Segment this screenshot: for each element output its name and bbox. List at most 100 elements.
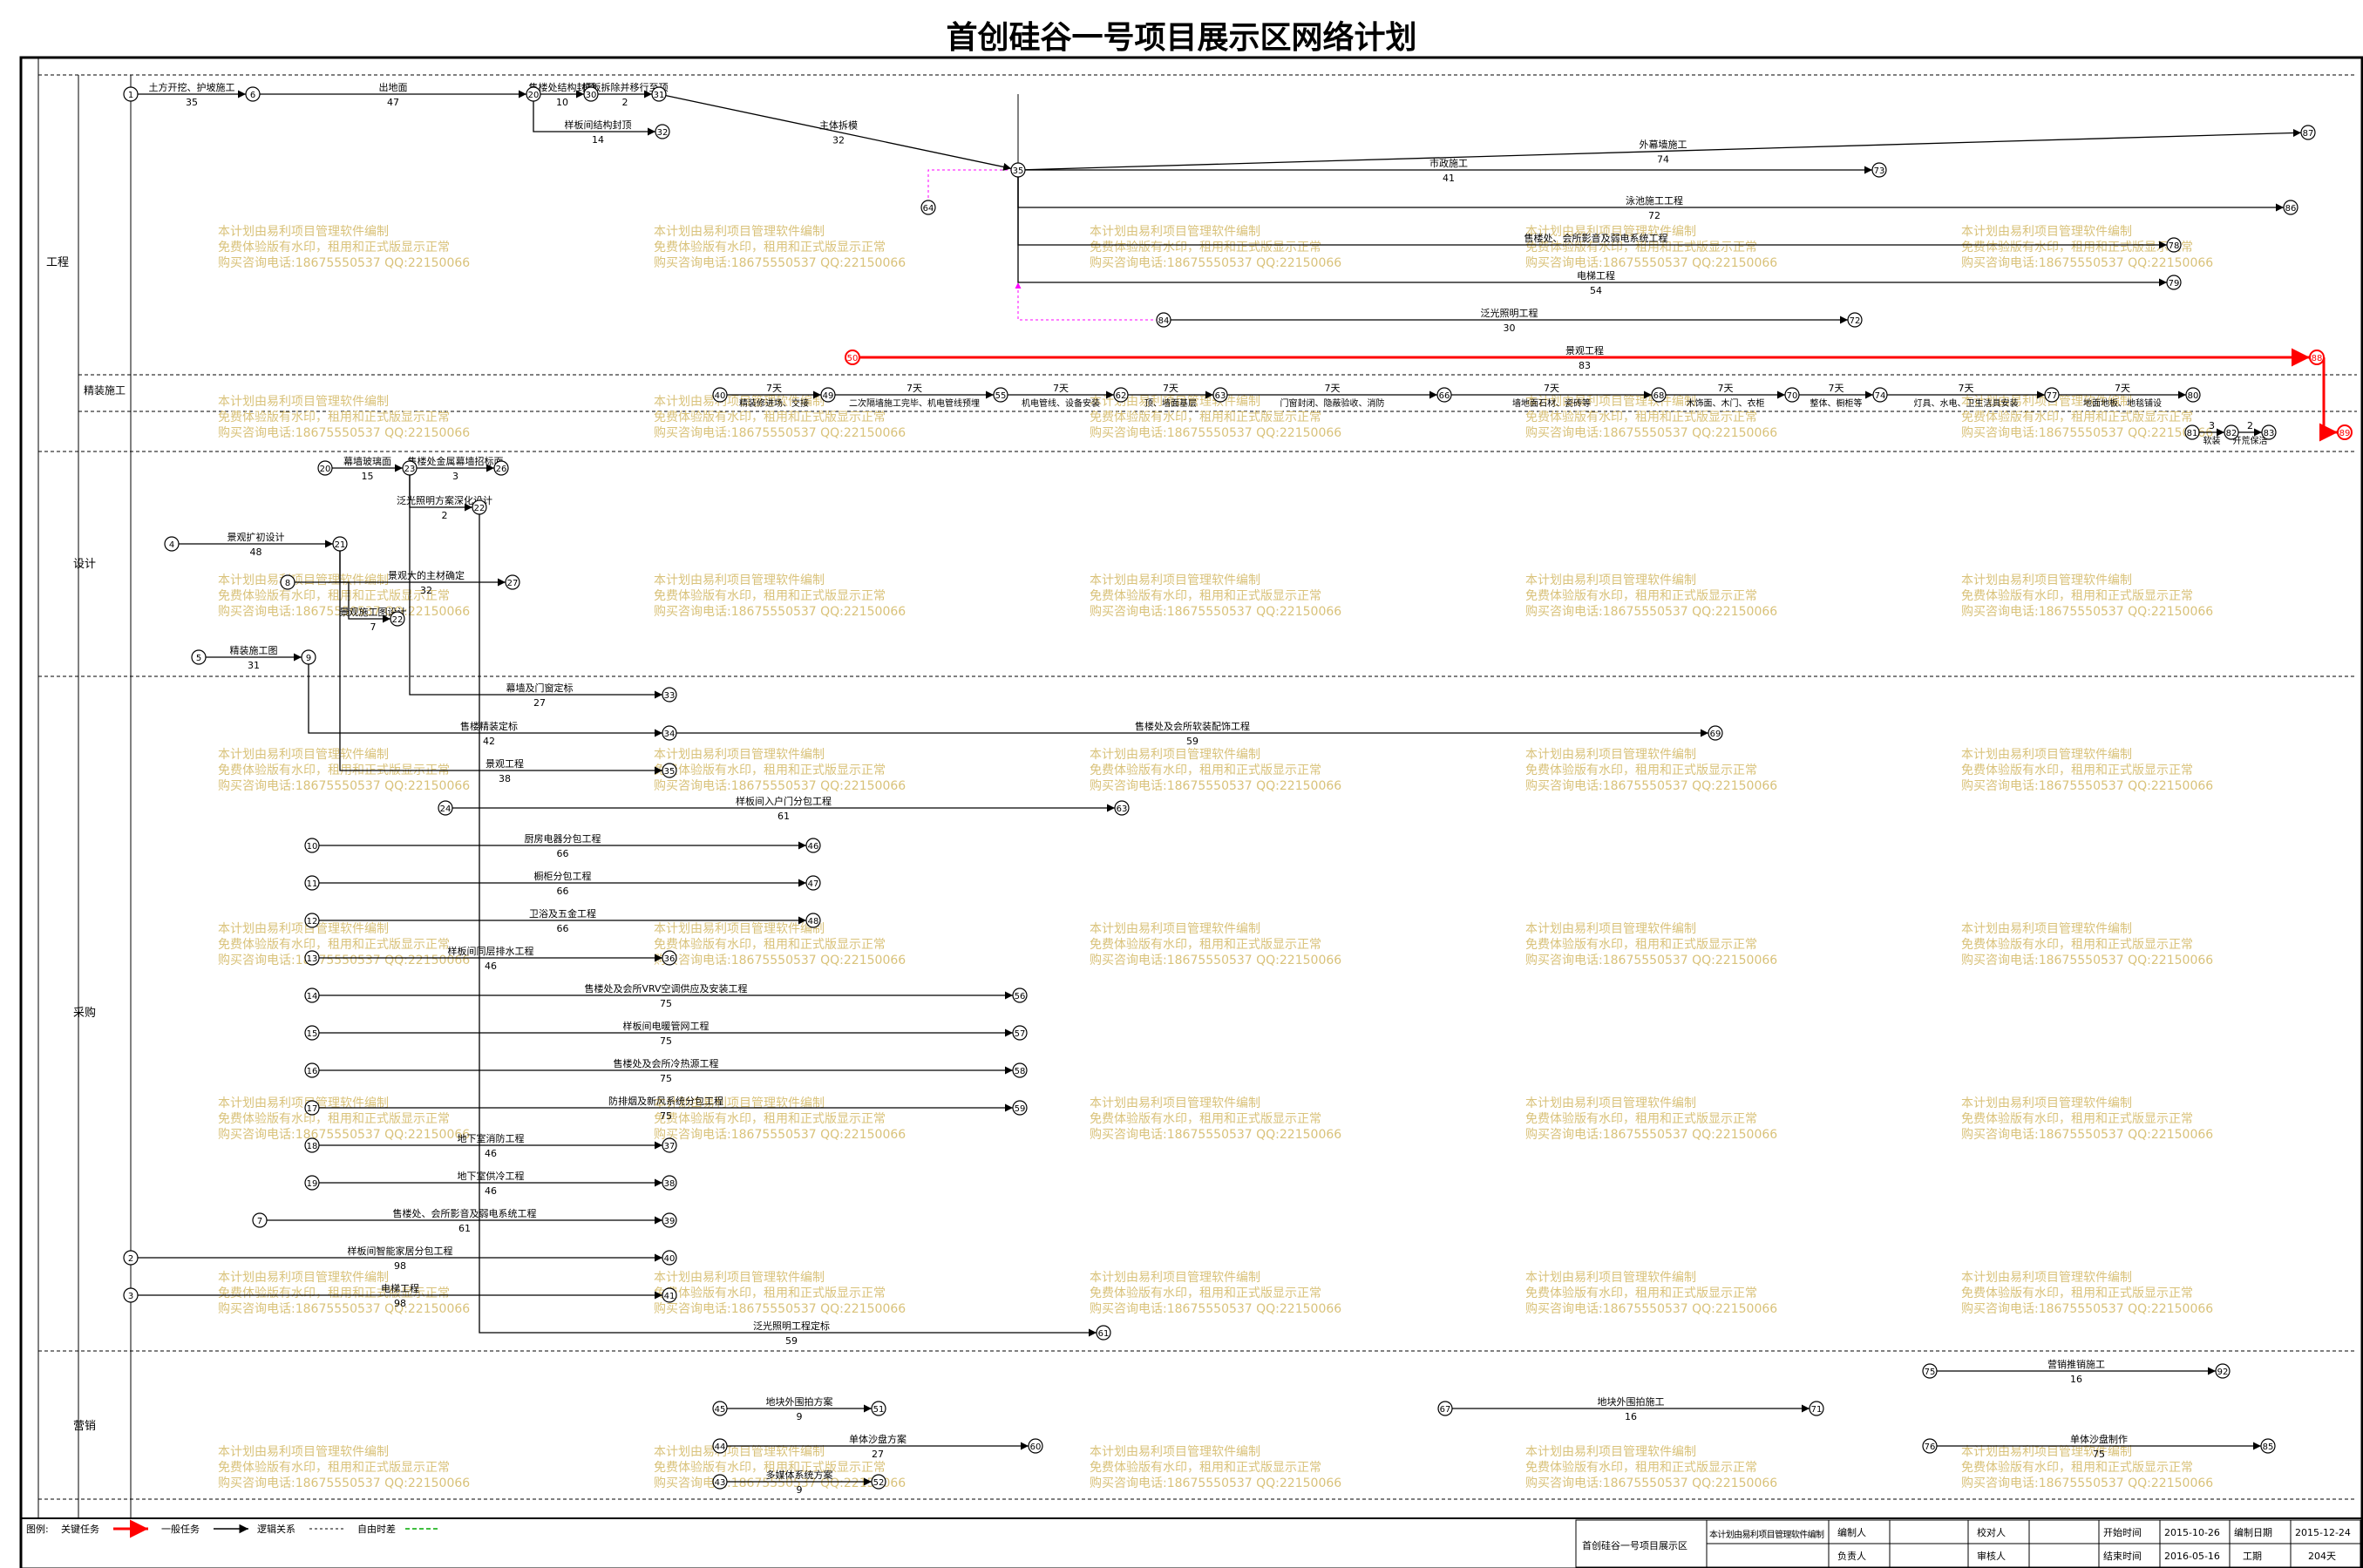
event-node-number: 31 <box>654 91 665 100</box>
watermark-text: 购买咨询电话:18675550537 QQ:22150066 <box>1090 256 1341 270</box>
task-duration-label: 16 <box>2070 1374 2082 1385</box>
task-duration-label: 7 <box>370 621 377 633</box>
event-node-number: 60 <box>1030 1442 1042 1452</box>
event-node-number: 79 <box>2169 279 2180 288</box>
event-node-number: 27 <box>507 579 519 588</box>
event-node-number: 84 <box>1158 316 1170 326</box>
task-name-label: 样板间同层排水工程 <box>448 945 534 957</box>
task-name-label: 样板间电暖管网工程 <box>623 1020 710 1032</box>
task-duration-label: 47 <box>387 97 399 108</box>
watermark-text: 免费体验版有水印，租用和正式版显示正常 <box>654 1112 886 1126</box>
finishing-task-name: 墙地面石材、瓷砖等 <box>1512 397 1591 409</box>
task-name-label: 防排烟及新风系统分包工程 <box>608 1095 723 1107</box>
event-node-number: 16 <box>307 1067 318 1076</box>
task-duration-label: 14 <box>592 134 604 146</box>
task-name-label: 景观大的主材确定 <box>388 569 465 581</box>
event-node-number: 73 <box>1874 166 1885 176</box>
watermark-text: 本计划由易利项目管理软件编制 <box>654 1271 825 1285</box>
watermark-text: 本计划由易利项目管理软件编制 <box>218 225 389 239</box>
finishing-task-duration: 7天 <box>1959 383 1974 394</box>
event-node-number: 2 <box>128 1254 133 1264</box>
watermark-text: 购买咨询电话:18675550537 QQ:22150066 <box>654 256 906 270</box>
event-node-number: 77 <box>2047 391 2058 401</box>
task-duration-label: 74 <box>1657 154 1669 166</box>
event-node-number: 71 <box>1811 1405 1823 1415</box>
event-node-number: 41 <box>664 1292 676 1301</box>
lane-label-procurement: 采购 <box>73 1006 96 1020</box>
lane-label-finishing: 精装施工 <box>84 384 126 397</box>
event-node-number: 61 <box>1098 1329 1110 1339</box>
task-duration-label: 98 <box>394 1260 406 1272</box>
footer-reviewer-label: 审核人 <box>1977 1550 2006 1562</box>
finishing-task-name: 整体、橱柜等 <box>1810 397 1863 409</box>
watermark-text: 购买咨询电话:18675550537 QQ:22150066 <box>654 426 906 440</box>
finishing-task-name: 地面地板、地毯铺设 <box>2083 397 2162 409</box>
watermark-text: 免费体验版有水印，租用和正式版显示正常 <box>1090 1461 1321 1475</box>
watermark-text: 免费体验版有水印，租用和正式版显示正常 <box>1961 241 2193 255</box>
watermark-text: 本计划由易利项目管理软件编制 <box>1525 1096 1696 1110</box>
footer-table: 首创硅谷一号项目展示区 本计划由易利项目管理软件编制 编制人 负责人 校对人 审… <box>1575 1519 2361 1568</box>
watermark-text: 本计划由易利项目管理软件编制 <box>654 574 825 587</box>
watermark-text: 本计划由易利项目管理软件编制 <box>1090 1096 1260 1110</box>
watermark-text: 免费体验版有水印，租用和正式版显示正常 <box>1961 1461 2193 1475</box>
task-name-label: 卫浴及五金工程 <box>529 907 596 920</box>
event-node-number: 20 <box>320 465 331 474</box>
watermark-text: 购买咨询电话:18675550537 QQ:22150066 <box>218 954 470 967</box>
task-duration-label: 35 <box>186 97 198 108</box>
task-name-label: 售楼处及会所冷热源工程 <box>614 1057 719 1069</box>
event-node-number: 10 <box>307 842 318 852</box>
task-duration-label: 61 <box>458 1223 471 1234</box>
legend: 图例: 关键任务 一般任务 逻辑关系 自由时差 <box>26 1519 440 1538</box>
outer-border <box>19 56 2363 1568</box>
lane-label-marketing: 营销 <box>73 1420 96 1433</box>
network-diagram: 工程 精装施工 设计 采购 营销 本计划由易利项目管理软件编制免费体验版有水印，… <box>19 56 2363 1568</box>
task-duration-label: 66 <box>557 848 569 859</box>
finishing-task-duration: 2 <box>2247 420 2253 431</box>
footer-date-value: 2015-12-24 <box>2295 1527 2351 1538</box>
task-name-label: 售楼处金属幕墙招标面 <box>408 455 504 467</box>
task-duration-label: 46 <box>485 1185 497 1197</box>
event-node-number: 36 <box>664 954 676 964</box>
event-node-number: 76 <box>1925 1442 1936 1452</box>
task-duration-label: 59 <box>1186 736 1198 747</box>
event-node-number: 26 <box>496 465 507 474</box>
watermark-text: 本计划由易利项目管理软件编制 <box>654 922 825 936</box>
watermark-text: 购买咨询电话:18675550537 QQ:22150066 <box>1525 1128 1777 1142</box>
watermark-text: 免费体验版有水印，租用和正式版显示正常 <box>1961 411 2193 424</box>
finishing-task-name: 精装修进场、交接 <box>739 397 809 409</box>
watermark-text: 本计划由易利项目管理软件编制 <box>1090 1445 1260 1459</box>
watermark-text: 免费体验版有水印，租用和正式版显示正常 <box>1090 764 1321 777</box>
watermark-text: 本计划由易利项目管理软件编制 <box>218 574 389 587</box>
watermark-text: 购买咨询电话:18675550537 QQ:22150066 <box>1961 256 2213 270</box>
task-duration-label: 61 <box>777 811 790 822</box>
event-node-number: 18 <box>307 1142 318 1151</box>
finishing-task-name: 开荒保洁 <box>2233 435 2268 446</box>
footer-end-label: 结束时间 <box>2103 1551 2142 1562</box>
task-duration-label: 38 <box>499 773 511 784</box>
footer-start-label: 开始时间 <box>2103 1526 2142 1538</box>
task-duration-label: 42 <box>483 736 495 747</box>
footer-end-value: 2016-05-16 <box>2164 1551 2220 1562</box>
watermark-text: 免费体验版有水印，租用和正式版显示正常 <box>654 411 886 424</box>
task-duration-label: 72 <box>1648 210 1660 221</box>
watermark-text: 免费体验版有水印，租用和正式版显示正常 <box>1961 1286 2193 1300</box>
watermark-text: 本计划由易利项目管理软件编制 <box>1090 225 1260 239</box>
watermark-text: 购买咨询电话:18675550537 QQ:22150066 <box>1525 779 1777 793</box>
task-duration-label: 30 <box>1504 322 1516 334</box>
task-duration-label: 75 <box>660 1110 672 1122</box>
event-node-number: 37 <box>664 1142 676 1151</box>
event-node-number: 30 <box>586 91 597 100</box>
watermark-text: 本计划由易利项目管理软件编制 <box>1961 1445 2132 1459</box>
event-node-number: 82 <box>2226 429 2237 438</box>
finishing-task-duration: 7天 <box>1718 383 1734 394</box>
event-node-number: 81 <box>2187 429 2198 438</box>
finishing-task-name: 二次隔墙施工完毕、机电管线预埋 <box>849 397 980 409</box>
event-node-number: 9 <box>306 654 311 663</box>
event-node-number: 59 <box>1015 1104 1026 1114</box>
event-node-number: 78 <box>2169 241 2180 251</box>
watermark-text: 购买咨询电话:18675550537 QQ:22150066 <box>218 1302 470 1316</box>
task-name-label: 售楼处、会所影音及弱电系统工程 <box>393 1207 537 1219</box>
event-node-number: 58 <box>1015 1067 1026 1076</box>
watermark-text: 本计划由易利项目管理软件编制 <box>218 922 389 936</box>
event-node-number: 7 <box>257 1217 262 1226</box>
